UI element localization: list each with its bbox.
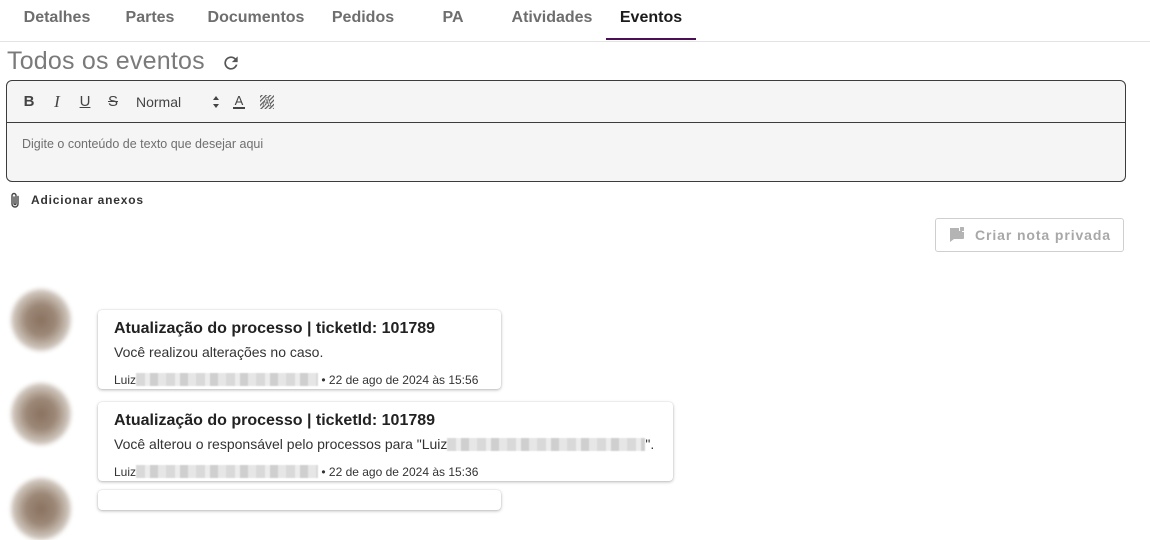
text-color-glyph: A (235, 93, 244, 108)
italic-button[interactable]: I (49, 93, 65, 111)
create-private-note-button[interactable]: Criar nota privada (935, 218, 1124, 252)
page-title: Todos os eventos (7, 46, 205, 75)
tab-partes[interactable]: Partes (112, 0, 188, 40)
event-text-start: Você alterou o responsável pelo processo… (114, 436, 448, 452)
refresh-icon[interactable] (221, 53, 241, 73)
event-text: Você realizou alterações no caso. (114, 344, 324, 360)
rich-text-editor: B I U S Normal A A Digite o conteúdo de … (6, 80, 1126, 182)
redacted-name (136, 373, 319, 386)
event-meta: Luiz • 22 de ago de 2024 às 15:36 (114, 465, 478, 479)
background-color-button[interactable]: A (259, 93, 275, 111)
select-caret-icon (213, 96, 219, 108)
event-card: Atualização do processo | ticketId: 1017… (98, 402, 673, 481)
redacted-name (447, 438, 646, 451)
bold-button[interactable]: B (21, 93, 37, 111)
tab-pa[interactable]: PA (430, 0, 476, 40)
tab-atividades[interactable]: Atividades (502, 0, 602, 40)
background-color-icon: A (260, 95, 274, 109)
tab-documentos[interactable]: Documentos (196, 0, 316, 40)
editor-input[interactable]: Digite o conteúdo de texto que desejar a… (22, 137, 263, 151)
tab-detalhes[interactable]: Detalhes (10, 0, 104, 40)
avatar (11, 289, 71, 351)
paperclip-icon (11, 192, 19, 208)
create-private-note-label: Criar nota privada (974, 227, 1111, 243)
event-author: Luiz (114, 373, 137, 387)
font-size-value: Normal (136, 94, 182, 110)
add-attachments-label: Adicionar anexos (31, 193, 144, 207)
note-icon (949, 227, 964, 242)
tab-eventos[interactable]: Eventos (606, 0, 696, 40)
title-row: Todos os eventos (7, 44, 241, 78)
text-color-button[interactable]: A (231, 93, 247, 111)
avatar (11, 383, 71, 445)
redacted-name (136, 465, 319, 478)
event-text: Você alterou o responsável pelo processo… (114, 436, 654, 452)
font-size-select[interactable]: Normal (136, 93, 220, 111)
underline-button[interactable]: U (77, 93, 93, 111)
event-author: Luiz (114, 465, 137, 479)
tab-pedidos[interactable]: Pedidos (322, 0, 404, 40)
event-title: Atualização do processo | ticketId: 1017… (114, 412, 436, 429)
event-title: Atualização do processo | ticketId: 1017… (114, 320, 436, 337)
background-color-glyph: A (263, 95, 272, 109)
event-date: • 22 de ago de 2024 às 15:36 (321, 465, 479, 479)
event-date: • 22 de ago de 2024 às 15:56 (321, 373, 479, 387)
tab-bar: Detalhes Partes Documentos Pedidos PA At… (0, 0, 1150, 42)
editor-toolbar: B I U S Normal A A (7, 81, 1125, 123)
strikethrough-button[interactable]: S (105, 93, 121, 111)
text-color-icon: A (233, 93, 245, 109)
avatar (11, 478, 71, 540)
add-attachments-button[interactable]: Adicionar anexos (9, 191, 144, 209)
event-meta: Luiz • 22 de ago de 2024 às 15:56 (114, 373, 478, 387)
event-card: Atualização do processo | ticketId: 1017… (98, 310, 501, 389)
event-card (98, 490, 501, 510)
event-text-end: ". (645, 436, 655, 452)
